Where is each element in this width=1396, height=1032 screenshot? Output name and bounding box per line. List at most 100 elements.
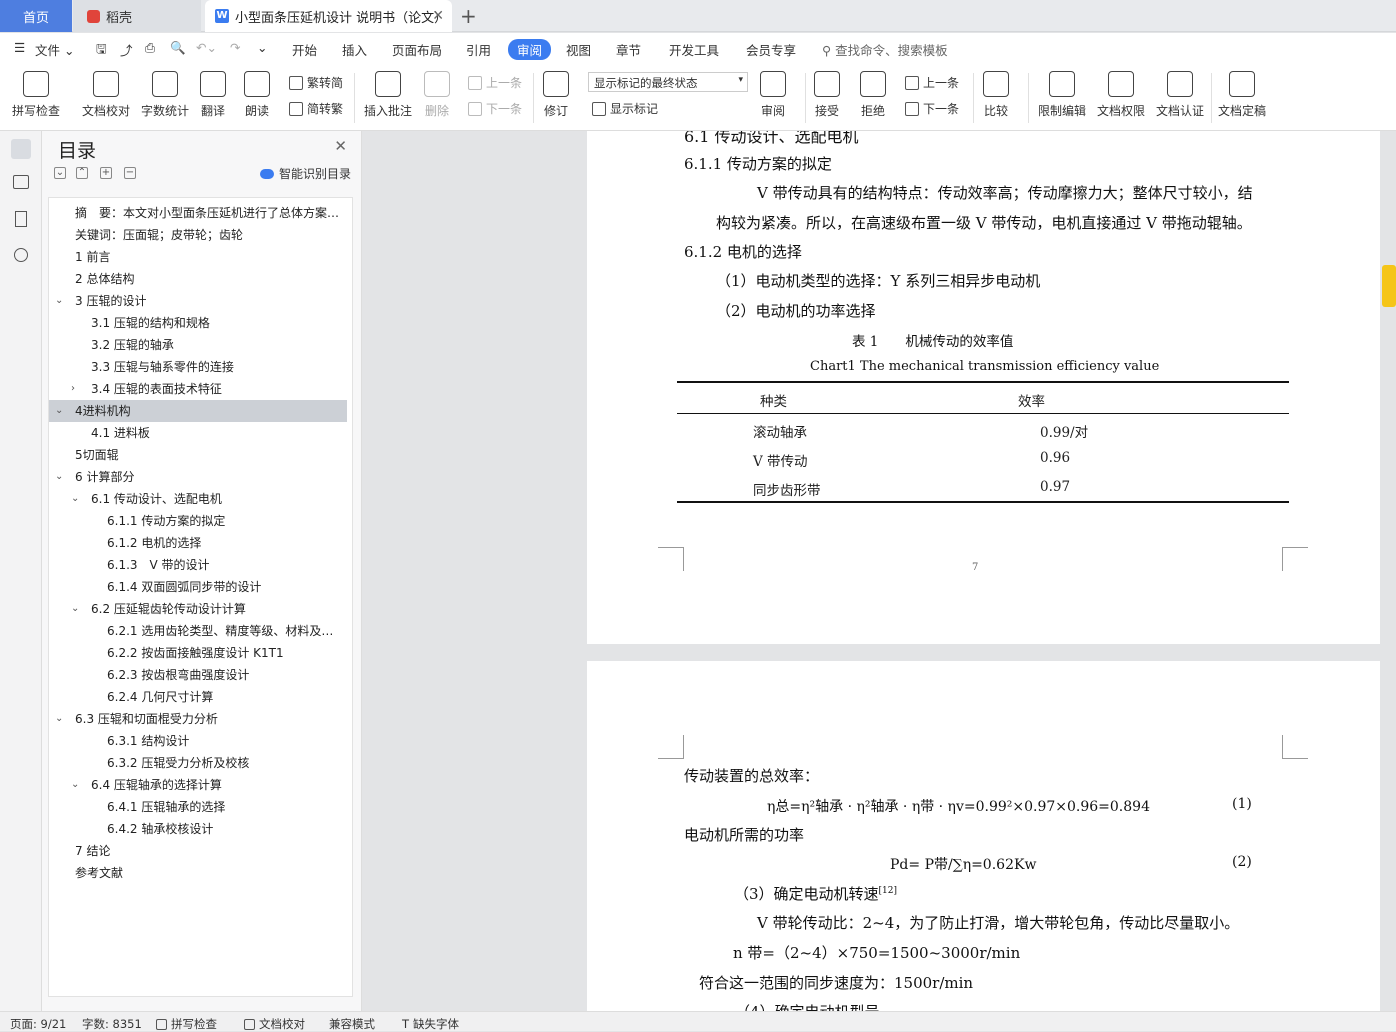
toc-item[interactable]: ⌄ 6.3 压辊和切面棍受力分析 — [49, 708, 347, 730]
toc-item[interactable]: 3.2 压辊的轴承 — [49, 334, 347, 356]
accept-button[interactable]: 接受 — [814, 71, 840, 119]
document-area[interactable]: 6.1 传动设计、选配电机 6.1.1 传动方案的拟定 V 带传动具有的结构特点… — [363, 131, 1396, 1011]
menu-reference[interactable]: 引用 — [466, 40, 491, 59]
command-search[interactable]: ⚲ 查找命令、搜索模板 — [822, 40, 948, 59]
tab-document[interactable]: W 小型面条压延机设计 说明书（论文） ✕ — [205, 0, 452, 32]
toc-item[interactable]: 1 前言 — [49, 246, 347, 268]
add-level-icon[interactable]: + — [100, 167, 112, 179]
smart-toc-button[interactable]: 智能识别目录 — [260, 165, 351, 182]
menu-devtools[interactable]: 开发工具 — [669, 40, 719, 59]
menu-layout[interactable]: 页面布局 — [392, 40, 442, 59]
toc-item[interactable]: 7 结论 — [49, 840, 347, 862]
toc-item[interactable]: ⌄ 6 计算部分 — [49, 466, 347, 488]
doc-rights-button[interactable]: 文档权限 — [1097, 71, 1145, 119]
toc-panel-icon[interactable] — [11, 139, 31, 159]
toc-item[interactable]: 6.2.4 几何尺寸计算 — [49, 686, 347, 708]
chevron-down-icon[interactable]: ⌄ — [71, 774, 79, 796]
export-icon[interactable]: ⤴ — [120, 40, 133, 59]
translate-button[interactable]: 翻译 — [200, 71, 226, 119]
revise-button[interactable]: 修订 — [543, 71, 569, 119]
next-comment-button[interactable]: 下一条 — [468, 100, 522, 117]
menu-view[interactable]: 视图 — [566, 40, 591, 59]
chevron-down-icon[interactable]: ⌄ — [55, 290, 63, 312]
toc-item[interactable]: 6.3.1 结构设计 — [49, 730, 347, 752]
expand-icon[interactable]: ⌃ — [76, 167, 88, 179]
toc-item[interactable]: 4.1 进料板 — [49, 422, 347, 444]
toc-item[interactable]: 5切面辊 — [49, 444, 347, 466]
close-icon[interactable]: ✕ — [334, 137, 347, 155]
spellcheck-button[interactable]: 拼写检查 — [12, 71, 60, 119]
chevron-down-icon[interactable]: ⌄ — [55, 708, 63, 730]
tab-home[interactable]: 首页 — [0, 0, 72, 32]
missing-font[interactable]: T 缺失字体 — [402, 1016, 459, 1032]
review-pane-button[interactable]: 审阅 — [760, 71, 786, 119]
read-aloud-button[interactable]: 朗读 — [244, 71, 270, 119]
toc-item[interactable]: 摘 要：本文对小型面条压延机进行了总体方案… — [49, 202, 347, 224]
toc-item[interactable]: 6.4.2 轴承校核设计 — [49, 818, 347, 840]
toc-item[interactable]: › 3.4 压辊的表面技术特征 — [49, 378, 347, 400]
redo-icon[interactable]: ↷ — [230, 40, 240, 55]
chevron-right-icon[interactable]: › — [71, 378, 75, 400]
save-icon[interactable]: 🖫 — [96, 40, 107, 61]
toc-item[interactable]: 6.3.2 压辊受力分析及校核 — [49, 752, 347, 774]
sections-icon[interactable] — [13, 175, 29, 189]
status-spellcheck[interactable]: 拼写检查 — [156, 1016, 217, 1032]
reject-button[interactable]: 拒绝 — [860, 71, 886, 119]
undo-icon[interactable]: ↶⌄ — [196, 40, 217, 55]
toc-item[interactable]: 3.3 压辊与轴系零件的连接 — [49, 356, 347, 378]
wordcount-button[interactable]: 字数统计 — [141, 71, 189, 119]
toc-item[interactable]: ⌄ 6.4 压辊轴承的选择计算 — [49, 774, 347, 796]
close-tab-icon[interactable]: ✕ — [432, 8, 444, 24]
trad-to-simp-button[interactable]: 繁转简 — [289, 74, 343, 91]
toc-item[interactable]: 关键词：压面辊；皮带轮；齿轮 — [49, 224, 347, 246]
hamburger-icon[interactable]: ☰ — [14, 40, 25, 55]
toc-item[interactable]: 3.1 压辊的结构和规格 — [49, 312, 347, 334]
insert-comment-button[interactable]: 插入批注 — [364, 71, 412, 119]
toc-item[interactable]: 参考文献 — [49, 862, 347, 884]
chevron-down-icon[interactable]: ⌄ — [71, 598, 79, 620]
side-tab-handle[interactable] — [1382, 265, 1396, 307]
find-icon[interactable] — [14, 248, 28, 262]
show-mark-button[interactable]: 显示标记 — [592, 100, 658, 117]
chevron-down-icon[interactable]: ⌄ — [71, 488, 79, 510]
finalize-button[interactable]: 文档定稿 — [1218, 71, 1266, 119]
collapse-icon[interactable]: ⌄ — [54, 167, 66, 179]
toc-item[interactable]: ⌄ 6.1 传动设计、选配电机 — [49, 488, 347, 510]
toc-item[interactable]: 6.2.3 按齿根弯曲强度设计 — [49, 664, 347, 686]
delete-comment-button[interactable]: 删除 — [424, 71, 450, 119]
doc-certify-button[interactable]: 文档认证 — [1156, 71, 1204, 119]
toc-item[interactable]: 6.2.1 选用齿轮类型、精度等级、材料及… — [49, 620, 347, 642]
status-proofread[interactable]: 文档校对 — [244, 1016, 305, 1032]
page-indicator[interactable]: 页面: 9/21 — [10, 1016, 66, 1032]
toc-item[interactable]: 6.1.2 电机的选择 — [49, 532, 347, 554]
prev-comment-button[interactable]: 上一条 — [468, 74, 522, 91]
mark-state-select[interactable]: 显示标记的最终状态 ▾ — [588, 72, 748, 92]
toc-item[interactable]: 6.1.4 双面圆弧同步带的设计 — [49, 576, 347, 598]
word-count[interactable]: 字数: 8351 — [82, 1016, 142, 1032]
preview-icon[interactable]: 🔍 — [170, 40, 186, 56]
next-change-button[interactable]: 下一条 — [905, 100, 959, 117]
new-tab-icon[interactable]: + — [460, 0, 477, 32]
toc-item[interactable]: ⌄ 3 压辊的设计 — [49, 290, 347, 312]
menu-start[interactable]: 开始 — [292, 40, 317, 59]
bookmark-icon[interactable] — [15, 211, 27, 227]
remove-level-icon[interactable]: − — [124, 167, 136, 179]
chevron-down-icon[interactable]: ⌄ — [55, 466, 63, 488]
menu-file[interactable]: 文件 ⌄ — [35, 40, 74, 59]
menu-member[interactable]: 会员专享 — [746, 40, 796, 59]
restrict-edit-button[interactable]: 限制编辑 — [1038, 71, 1086, 119]
toc-item[interactable]: 6.4.1 压辊轴承的选择 — [49, 796, 347, 818]
menu-insert[interactable]: 插入 — [342, 40, 367, 59]
more-icon[interactable]: ⌄ — [257, 40, 267, 55]
toc-item[interactable]: 2 总体结构 — [49, 268, 347, 290]
chevron-down-icon[interactable]: ⌄ — [55, 400, 63, 422]
simp-to-trad-button[interactable]: 简转繁 — [289, 100, 343, 117]
toc-item[interactable]: 6.1.1 传动方案的拟定 — [49, 510, 347, 532]
toc-item[interactable]: 6.1.3 V 带的设计 — [49, 554, 347, 576]
toc-item[interactable]: ⌄ 6.2 压延辊齿轮传动设计计算 — [49, 598, 347, 620]
compare-button[interactable]: 比较 — [983, 71, 1009, 119]
menu-section[interactable]: 章节 — [616, 40, 641, 59]
toc-item[interactable]: 6.2.2 按齿面接触强度设计 K1T1 — [49, 642, 347, 664]
print-icon[interactable]: ⎙ — [145, 40, 155, 56]
tab-daoke[interactable]: 稻壳 — [73, 0, 201, 32]
